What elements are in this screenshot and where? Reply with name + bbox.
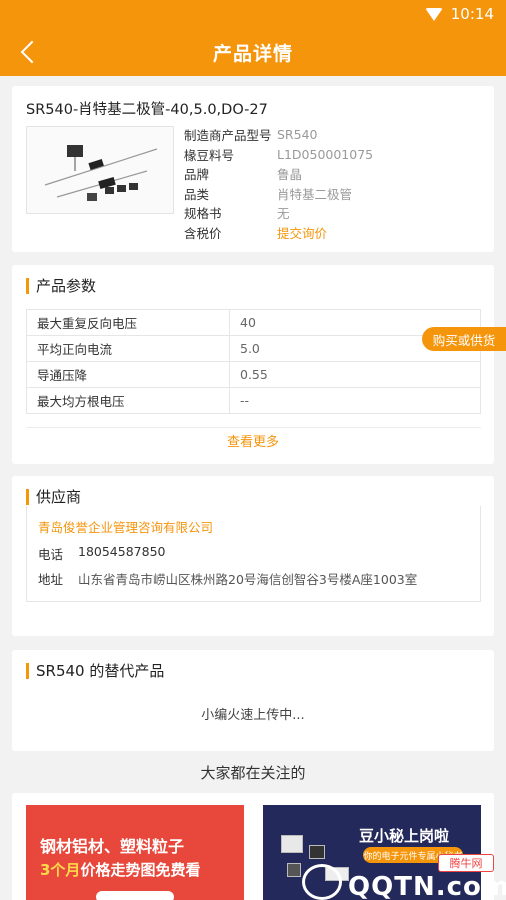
product-info: 制造商产品型号 SR540 椽豆料号 L1D050001075 品牌 鲁晶 品类… xyxy=(184,125,373,242)
product-image[interactable] xyxy=(26,126,174,214)
chevron-left-icon xyxy=(20,40,44,64)
wifi-icon xyxy=(424,7,443,21)
table-row: 平均正向电流 5.0 xyxy=(26,335,481,362)
banner-strip xyxy=(96,891,174,900)
supplier-phone-row: 电话 18054587850 xyxy=(38,544,166,563)
product-card: SR540-肖特基二极管-40,5.0,DO-27 制造商产品型号 SR540 … xyxy=(12,86,494,252)
banner-line2: 3个月价格走势图免费看 xyxy=(40,861,201,879)
supplier-phone[interactable]: 18054587850 xyxy=(78,544,165,563)
submit-inquiry-link[interactable]: 提交询价 xyxy=(277,223,327,242)
app-header: 10:14 产品详情 xyxy=(0,0,506,76)
field-part-number: 椽豆料号 L1D050001075 xyxy=(184,146,374,163)
product-title: SR540-肖特基二极管-40,5.0,DO-27 xyxy=(26,102,268,118)
buy-or-supply-button[interactable]: 购买或供货 xyxy=(422,327,506,351)
banner-title: 豆小秘上岗啦 xyxy=(359,827,450,845)
logo-icon xyxy=(302,864,342,900)
view-more-link[interactable]: 查看更多 xyxy=(12,431,494,450)
alternatives-card: SR540 的替代产品 小编火速上传中... xyxy=(12,650,494,751)
divider xyxy=(26,427,481,428)
status-bar: 10:14 xyxy=(0,0,506,28)
watermark-badge: 腾牛网 xyxy=(438,854,494,872)
site-watermark: 腾牛网 QQTN.com xyxy=(298,852,506,900)
table-row: 导通压降 0.55 xyxy=(26,361,481,388)
supplier-section-title: 供应商 xyxy=(26,486,81,507)
diode-image-icon xyxy=(27,127,173,213)
field-model: 制造商产品型号 SR540 xyxy=(184,127,318,144)
params-card: 产品参数 最大重复反向电压 40 平均正向电流 5.0 导通压降 0.55 最大… xyxy=(12,265,494,464)
supplier-address-row: 地址 山东省青岛市崂山区株州路20号海信创智谷3号楼A座1003室 xyxy=(38,569,417,588)
watermark-text: QQTN.com xyxy=(348,872,506,900)
back-button[interactable] xyxy=(14,38,44,66)
field-price: 含税价 提交询价 xyxy=(184,223,373,243)
status-time: 10:14 xyxy=(450,5,494,23)
chip-icon xyxy=(281,835,303,853)
page-title: 产品详情 xyxy=(212,42,293,65)
watching-heading: 大家都在关注的 xyxy=(200,764,306,782)
supplier-info: 青岛俊誉企业管理咨询有限公司 电话 18054587850 地址 山东省青岛市崂… xyxy=(26,506,481,602)
table-row: 最大均方根电压 -- xyxy=(26,387,481,414)
field-brand: 品牌 鲁晶 xyxy=(184,167,303,183)
nav-bar: 产品详情 xyxy=(0,28,506,76)
supplier-card: 供应商 青岛俊誉企业管理咨询有限公司 电话 18054587850 地址 山东省… xyxy=(12,476,494,636)
banner-line1: 钢材铝材、塑料粒子 xyxy=(40,837,185,856)
field-category: 品类 肖特基二极管 xyxy=(184,186,353,202)
table-row: 最大重复反向电压 40 xyxy=(26,309,481,336)
alternatives-section-title: SR540 的替代产品 xyxy=(26,660,164,681)
params-table: 最大重复反向电压 40 平均正向电流 5.0 导通压降 0.55 最大均方根电压… xyxy=(26,309,481,414)
params-section-title: 产品参数 xyxy=(26,275,96,296)
uploading-placeholder: 小编火速上传中... xyxy=(201,708,305,723)
supplier-address: 山东省青岛市崂山区株州路20号海信创智谷3号楼A座1003室 xyxy=(78,572,418,587)
supplier-name-link[interactable]: 青岛俊誉企业管理咨询有限公司 xyxy=(38,517,213,536)
field-datasheet: 规格书 无 xyxy=(184,206,290,222)
price-trend-banner[interactable]: 钢材铝材、塑料粒子 3个月价格走势图免费看 xyxy=(26,805,244,900)
